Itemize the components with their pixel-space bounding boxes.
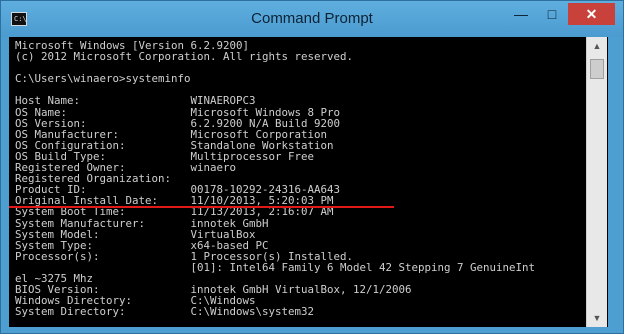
- console-line: System Directory: C:\Windows\system32: [15, 305, 315, 319]
- console-line: Host Name: WINAEROPC3: [15, 94, 256, 108]
- minimize-button[interactable]: —: [506, 3, 536, 25]
- highlight-underline: [9, 206, 394, 208]
- minimize-icon: —: [514, 6, 528, 22]
- vertical-scrollbar[interactable]: ▲ ▼: [586, 37, 607, 327]
- scroll-down-icon: ▼: [592, 313, 602, 323]
- maximize-button[interactable]: □: [537, 3, 567, 25]
- console-line: [01]: Intel64 Family 6 Model 42 Stepping…: [15, 260, 536, 274]
- console-line: OS Name: Microsoft Windows 8 Pro: [15, 105, 341, 119]
- console-line: C:\Users\winaero>systeminfo: [15, 72, 191, 86]
- maximize-icon: □: [547, 6, 557, 22]
- console-area[interactable]: Microsoft Windows [Version 6.2.9200] (c) …: [9, 37, 608, 327]
- console-line: System Boot Time: 11/13/2013, 2:16:07 AM: [15, 205, 334, 219]
- scroll-down-button[interactable]: ▼: [587, 309, 607, 327]
- console-line: System Manufacturer: innotek GmbH: [15, 216, 269, 230]
- scroll-up-icon: ▲: [592, 41, 602, 51]
- close-icon: ✕: [585, 6, 598, 22]
- title-bar[interactable]: C:\ Command Prompt — □ ✕: [1, 1, 623, 37]
- scroll-thumb[interactable]: [590, 59, 604, 79]
- close-button[interactable]: ✕: [568, 3, 615, 25]
- console-line: (c) 2012 Microsoft Corporation. All righ…: [15, 50, 354, 64]
- console-output[interactable]: Microsoft Windows [Version 6.2.9200] (c) …: [15, 40, 587, 317]
- command-prompt-window: C:\ Command Prompt — □ ✕ Microsoft Windo…: [0, 0, 624, 334]
- scroll-up-button[interactable]: ▲: [587, 37, 607, 55]
